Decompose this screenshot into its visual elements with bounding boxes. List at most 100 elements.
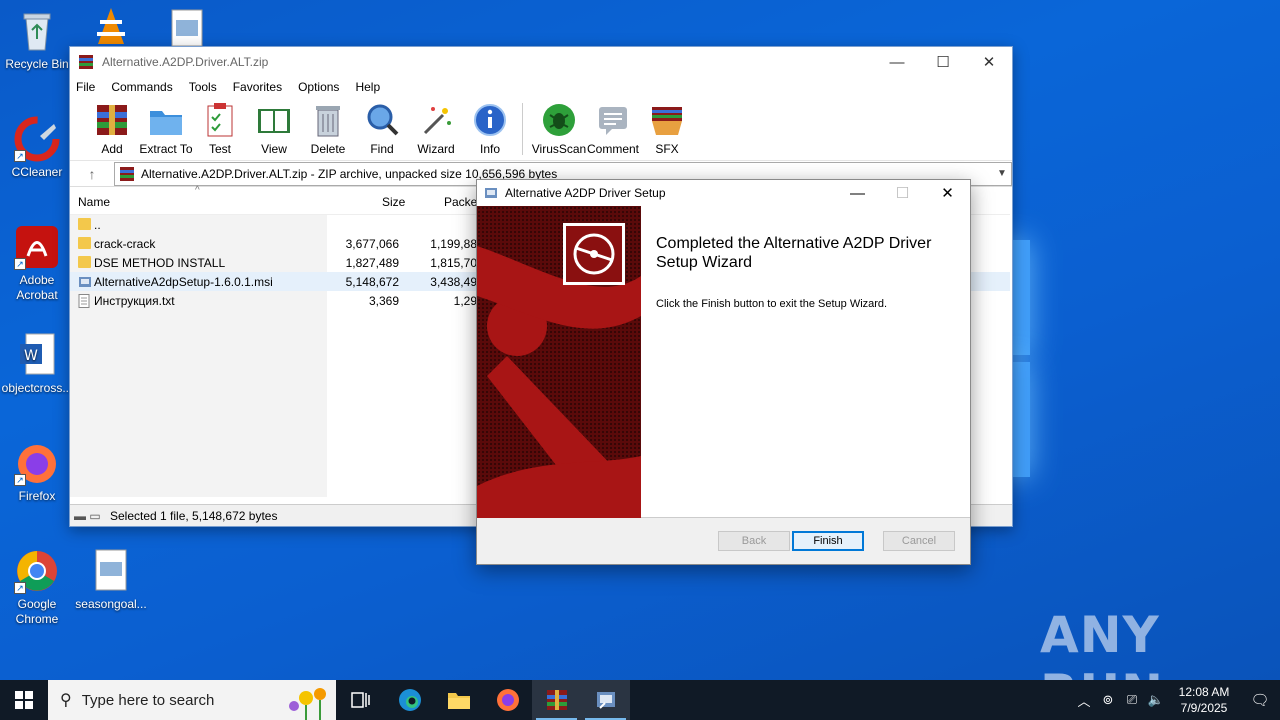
winrar-title: Alternative.A2DP.Driver.ALT.zip	[102, 55, 269, 69]
toolbar-virusscan-button[interactable]: VirusScan	[531, 101, 587, 156]
taskbar-firefox[interactable]	[483, 680, 532, 720]
wizard-wand-icon	[417, 101, 455, 139]
setup-dialog: Alternative A2DP Driver Setup — ☐ ✕ Comp…	[476, 179, 971, 565]
toolbar-wizard-button[interactable]: Wizard	[408, 101, 464, 156]
toolbar-label: SFX	[655, 142, 679, 156]
desktop-icon-google-chrome[interactable]: ↗ Google Chrome	[0, 548, 74, 627]
toolbar-label: VirusScan	[531, 142, 587, 156]
column-header-name[interactable]: Name	[78, 195, 110, 209]
winrar-toolbar: Add Extract To Test View Delete Find Wiz…	[70, 97, 1012, 161]
extract-folder-icon	[147, 101, 185, 139]
menu-file[interactable]: File	[76, 80, 95, 94]
setup-banner-image	[477, 206, 641, 518]
chevron-down-icon[interactable]: ▼	[993, 168, 1011, 179]
drive-icon: ▬ ▭	[74, 508, 101, 523]
word-document-icon: W	[14, 332, 60, 378]
desktop-icon-seasongoal[interactable]: seasongoal...	[74, 548, 148, 612]
test-clipboard-icon	[201, 101, 239, 139]
comment-icon	[594, 101, 632, 139]
task-view-button[interactable]	[336, 680, 385, 720]
close-button[interactable]: ✕	[966, 47, 1012, 77]
toolbar-label: View	[261, 142, 287, 156]
taskbar-setup-installer[interactable]	[581, 680, 630, 720]
task-view-icon	[350, 692, 370, 708]
shortcut-arrow-icon: ↗	[14, 258, 26, 270]
desktop-icon-label: Adobe Acrobat	[16, 273, 58, 302]
firefox-icon: ↗	[14, 440, 60, 486]
start-button[interactable]	[0, 680, 48, 720]
winrar-icon	[546, 690, 567, 710]
search-highlight-flowers-icon	[289, 688, 326, 720]
search-placeholder: Type here to search	[81, 691, 215, 709]
search-icon: ⚲	[60, 692, 72, 709]
firefox-icon	[496, 689, 519, 711]
chrome-icon: ↗	[14, 548, 60, 594]
toolbar-find-button[interactable]: Find	[354, 101, 410, 156]
toolbar-sfx-button[interactable]: SFX	[639, 101, 695, 156]
finish-button[interactable]: Finish	[792, 531, 864, 551]
maximize-button[interactable]: ☐	[920, 47, 966, 77]
folder-icon	[447, 693, 470, 709]
winrar-app-icon	[79, 55, 93, 69]
text-file-icon	[78, 294, 91, 308]
toolbar-delete-button[interactable]: Delete	[300, 101, 356, 156]
svg-text:W: W	[24, 348, 38, 364]
notification-icon[interactable]: 🗨	[1240, 691, 1280, 709]
menu-tools[interactable]: Tools	[189, 80, 217, 94]
clock-time: 12:08 AM	[1178, 685, 1230, 699]
volume-icon[interactable]: 🔈	[1144, 692, 1168, 708]
installer-icon	[596, 692, 615, 709]
minimize-button[interactable]: —	[835, 180, 880, 206]
menu-options[interactable]: Options	[298, 80, 339, 94]
desktop-icon-firefox[interactable]: ↗ Firefox	[0, 440, 74, 504]
shortcut-arrow-icon: ↗	[14, 582, 26, 594]
taskbar-winrar[interactable]	[532, 680, 581, 720]
setup-app-icon	[485, 188, 497, 198]
network-icon[interactable]: ⎚	[1120, 692, 1144, 708]
shortcut-arrow-icon: ↗	[14, 150, 26, 162]
winrar-menubar: File Commands Tools Favorites Options He…	[70, 77, 1012, 97]
toolbar-extract-to-button[interactable]: Extract To	[138, 101, 194, 156]
toolbar-label: Wizard	[417, 142, 455, 156]
clock-date: 7/9/2025	[1180, 701, 1228, 715]
minimize-button[interactable]: —	[874, 47, 920, 77]
setup-body: Completed the Alternative A2DP Driver Se…	[477, 206, 970, 518]
column-header-size[interactable]: Size	[382, 195, 405, 209]
folder-icon	[78, 256, 91, 268]
taskbar-file-explorer[interactable]	[434, 680, 483, 720]
up-arrow-icon[interactable]: ↑	[70, 166, 114, 182]
menu-help[interactable]: Help	[355, 80, 380, 94]
back-button: Back	[718, 531, 790, 551]
toolbar-test-button[interactable]: Test	[192, 101, 248, 156]
virusscan-bug-icon	[540, 101, 578, 139]
toolbar-info-button[interactable]: Info	[462, 101, 518, 156]
desktop-icon-recycle-bin[interactable]: Recycle Bin	[0, 8, 74, 72]
find-magnifier-icon	[363, 101, 401, 139]
desktop-icon-ccleaner[interactable]: ↗ CCleaner	[0, 116, 74, 180]
chevron-up-icon[interactable]: ︿	[1072, 691, 1096, 710]
desktop-icon-word-doc[interactable]: W objectcross...	[0, 332, 74, 396]
taskbar-clock[interactable]: 12:08 AM 7/9/2025	[1168, 684, 1240, 716]
toolbar-add-button[interactable]: Add	[84, 101, 140, 156]
menu-favorites[interactable]: Favorites	[233, 80, 282, 94]
image-file-icon	[88, 548, 134, 594]
toolbar-comment-button[interactable]: Comment	[585, 101, 641, 156]
network-status-icon[interactable]: ⊚	[1096, 692, 1120, 708]
delete-trash-icon	[309, 101, 347, 139]
winrar-titlebar[interactable]: Alternative.A2DP.Driver.ALT.zip — ☐ ✕	[70, 47, 1012, 77]
taskbar-search-box[interactable]: ⚲ Type here to search	[48, 680, 336, 720]
toolbar-view-button[interactable]: View	[246, 101, 302, 156]
recycle-bin-icon	[14, 8, 60, 54]
edge-icon	[398, 689, 421, 711]
system-tray: ︿ ⊚ ⎚ 🔈 12:08 AM 7/9/2025 🗨	[1072, 680, 1280, 720]
setup-message: Click the Finish button to exit the Setu…	[656, 298, 888, 310]
close-button[interactable]: ✕	[925, 180, 970, 206]
menu-commands[interactable]: Commands	[111, 80, 172, 94]
add-archive-icon	[93, 101, 131, 139]
desktop-icon-adobe-acrobat[interactable]: ↗ Adobe Acrobat	[0, 224, 74, 303]
taskbar-edge[interactable]	[385, 680, 434, 720]
ccleaner-icon: ↗	[14, 116, 60, 162]
setup-titlebar[interactable]: Alternative A2DP Driver Setup — ☐ ✕	[477, 180, 970, 206]
folder-icon	[78, 237, 91, 249]
msi-installer-icon	[78, 275, 91, 287]
